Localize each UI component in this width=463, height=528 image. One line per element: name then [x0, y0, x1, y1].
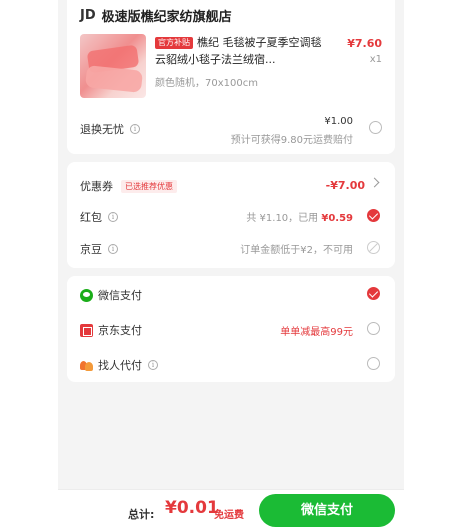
product-image[interactable] — [80, 34, 146, 98]
hongbao-row: 红包 i — [80, 209, 118, 225]
payment-methods-card: 微信支付 京东支付 单单减最高99元 找人代付 i — [67, 276, 395, 382]
payment-label: 京东支付 — [98, 324, 142, 337]
checkout-page: JD 极速版樵纪家纺旗舰店 官方补贴 樵纪 毛毯被子夏季空调毯云貂绒小毯子法兰绒宿… — [58, 0, 404, 528]
info-icon[interactable]: i — [148, 360, 158, 370]
product-title[interactable]: 官方补贴 樵纪 毛毯被子夏季空调毯云貂绒小毯子法兰绒宿... — [155, 34, 325, 68]
recommend-tag: 已选推荐优惠 — [121, 179, 177, 193]
checkout-bar: 总计: ¥0.01 免运费 微信支付 — [58, 489, 404, 528]
payment-option-friend[interactable]: 找人代付 i — [80, 357, 158, 373]
shop-header[interactable]: JD 极速版樵纪家纺旗舰店 — [80, 6, 232, 25]
jingdou-label: 京豆 — [80, 243, 102, 256]
discount-card: 优惠券 已选推荐优惠 -¥7.00 红包 i 共 ¥1.10，已用 ¥0.59 … — [67, 162, 395, 268]
product-quantity: x1 — [369, 54, 382, 65]
refund-price: ¥1.00 — [324, 116, 353, 127]
refund-service-label: 退换无忧 i — [80, 121, 140, 137]
hongbao-radio[interactable] — [367, 209, 380, 222]
coupon-row[interactable]: 优惠券 已选推荐优惠 — [80, 178, 177, 194]
total-label: 总计: — [128, 508, 155, 521]
refund-note: 预计可获得9.80元运费赔付 — [230, 135, 353, 146]
wechat-radio[interactable] — [367, 287, 380, 300]
jdpay-radio[interactable] — [367, 322, 380, 335]
jingdou-note: 订单金额低于¥2，不可用 — [240, 245, 353, 256]
pay-button[interactable]: 微信支付 — [259, 494, 395, 527]
jingdou-row: 京豆 i — [80, 241, 118, 257]
refund-radio[interactable] — [369, 121, 382, 134]
payment-label: 微信支付 — [98, 289, 142, 302]
payment-label: 找人代付 — [98, 359, 142, 372]
info-icon[interactable]: i — [108, 212, 118, 222]
jd-logo-icon: JD — [80, 8, 96, 23]
jd-pay-icon — [80, 323, 93, 337]
coupon-value: -¥7.00 — [325, 179, 365, 192]
product-spec: 颜色随机，70x100cm — [155, 78, 258, 89]
payment-option-wechat[interactable]: 微信支付 — [80, 287, 142, 303]
refund-label-text: 退换无忧 — [80, 123, 124, 136]
jdpay-promo: 单单减最高99元 — [280, 327, 353, 338]
hongbao-label: 红包 — [80, 211, 102, 224]
shipping-note: 免运费 — [214, 510, 244, 521]
hongbao-info: 共 ¥1.10，已用 ¥0.59 — [246, 209, 353, 224]
hongbao-total: 共 ¥1.10，已用 — [246, 213, 319, 224]
jingdou-radio — [367, 241, 380, 254]
friend-radio[interactable] — [367, 357, 380, 370]
shop-card: JD 极速版樵纪家纺旗舰店 官方补贴 樵纪 毛毯被子夏季空调毯云貂绒小毯子法兰绒宿… — [67, 0, 395, 154]
coupon-label: 优惠券 — [80, 180, 113, 193]
info-icon[interactable]: i — [108, 244, 118, 254]
friends-icon — [80, 359, 93, 372]
shop-name: 极速版樵纪家纺旗舰店 — [101, 10, 232, 25]
chevron-right-icon[interactable] — [369, 177, 380, 188]
product-price: ¥7.60 — [347, 37, 382, 50]
hongbao-used: ¥0.59 — [321, 213, 353, 224]
payment-option-jdpay[interactable]: 京东支付 — [80, 322, 142, 338]
wechat-icon — [80, 288, 93, 302]
total-amount: ¥0.01 — [165, 498, 219, 518]
info-icon[interactable]: i — [130, 124, 140, 134]
subsidy-tag: 官方补贴 — [155, 37, 193, 49]
